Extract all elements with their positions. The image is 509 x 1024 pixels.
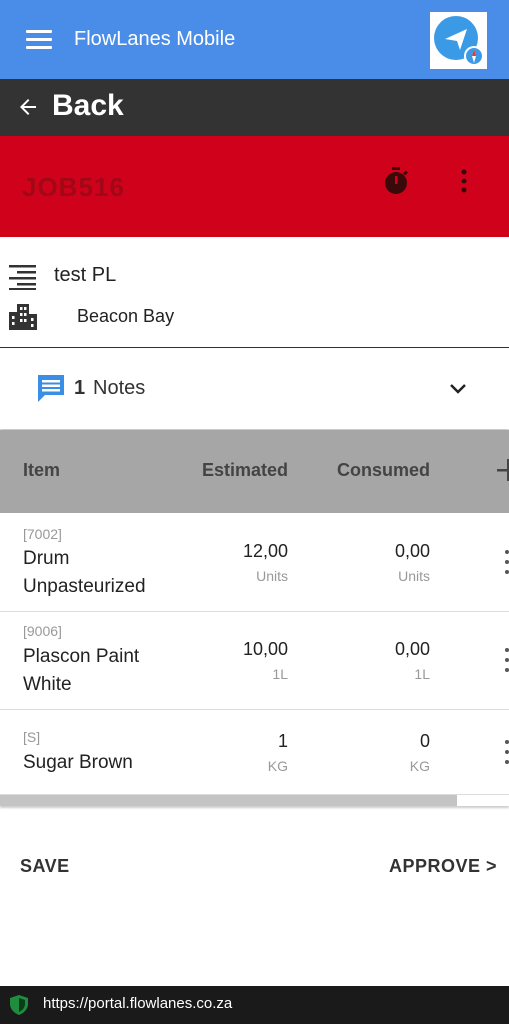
job-title: test PL xyxy=(54,264,117,286)
estimated-value: 12,00 xyxy=(242,541,288,561)
navigation-compass-icon xyxy=(430,12,487,69)
job-header: JOB516 xyxy=(0,136,509,237)
column-header-item: Item xyxy=(23,460,61,480)
estimated-value: 10,00 xyxy=(242,639,288,659)
estimated-unit: Units xyxy=(256,568,288,584)
scrollbar-thumb[interactable] xyxy=(0,795,457,806)
consumed-unit: 1L xyxy=(414,666,430,682)
security-shield-icon xyxy=(10,995,28,1015)
estimated-unit: KG xyxy=(267,758,288,774)
estimated-value: 1 xyxy=(277,731,288,751)
consumed-value: 0 xyxy=(419,731,430,751)
row-more-options-icon[interactable] xyxy=(501,740,509,766)
back-button[interactable]: Back xyxy=(0,79,509,136)
approve-button[interactable]: APPROVE > xyxy=(389,856,497,877)
hamburger-menu-icon[interactable] xyxy=(26,30,52,50)
item-code: [9006] xyxy=(23,623,62,639)
back-label: Back xyxy=(52,89,124,122)
save-button[interactable]: SAVE xyxy=(20,856,70,877)
stopwatch-icon[interactable] xyxy=(382,166,410,196)
item-name: Drum Unpasteurized xyxy=(23,548,146,597)
notes-count: 1 xyxy=(74,377,86,399)
consumed-unit: KG xyxy=(409,758,430,774)
chevron-down-icon[interactable] xyxy=(447,378,469,400)
add-icon[interactable] xyxy=(497,459,509,481)
job-more-options-icon[interactable] xyxy=(454,168,474,194)
job-location: Beacon Bay xyxy=(77,306,175,326)
app-title: FlowLanes Mobile xyxy=(74,28,236,50)
item-code: [7002] xyxy=(23,526,62,542)
consumed-value: 0,00 xyxy=(394,541,430,561)
job-info-section xyxy=(0,238,509,348)
chat-notes-icon xyxy=(38,375,64,402)
column-header-consumed: Consumed xyxy=(336,460,430,480)
browser-url[interactable]: https://portal.flowlanes.co.za xyxy=(43,995,232,1012)
column-header-estimated: Estimated xyxy=(201,460,288,480)
notes-label: Notes xyxy=(93,377,146,399)
row-more-options-icon[interactable] xyxy=(501,648,509,674)
item-name: Sugar Brown xyxy=(23,752,133,773)
job-id: JOB516 xyxy=(22,172,125,202)
consumed-value: 0,00 xyxy=(394,639,430,659)
estimated-unit: 1L xyxy=(272,666,288,682)
consumed-unit: Units xyxy=(398,568,430,584)
app-header: FlowLanes Mobile xyxy=(0,0,509,79)
item-name: Plascon Paint White xyxy=(23,646,140,695)
subject-lines-icon xyxy=(9,265,36,290)
item-code: [S] xyxy=(23,729,41,745)
building-icon xyxy=(9,304,37,330)
row-more-options-icon[interactable] xyxy=(501,550,509,576)
arrow-left-icon xyxy=(20,99,36,115)
